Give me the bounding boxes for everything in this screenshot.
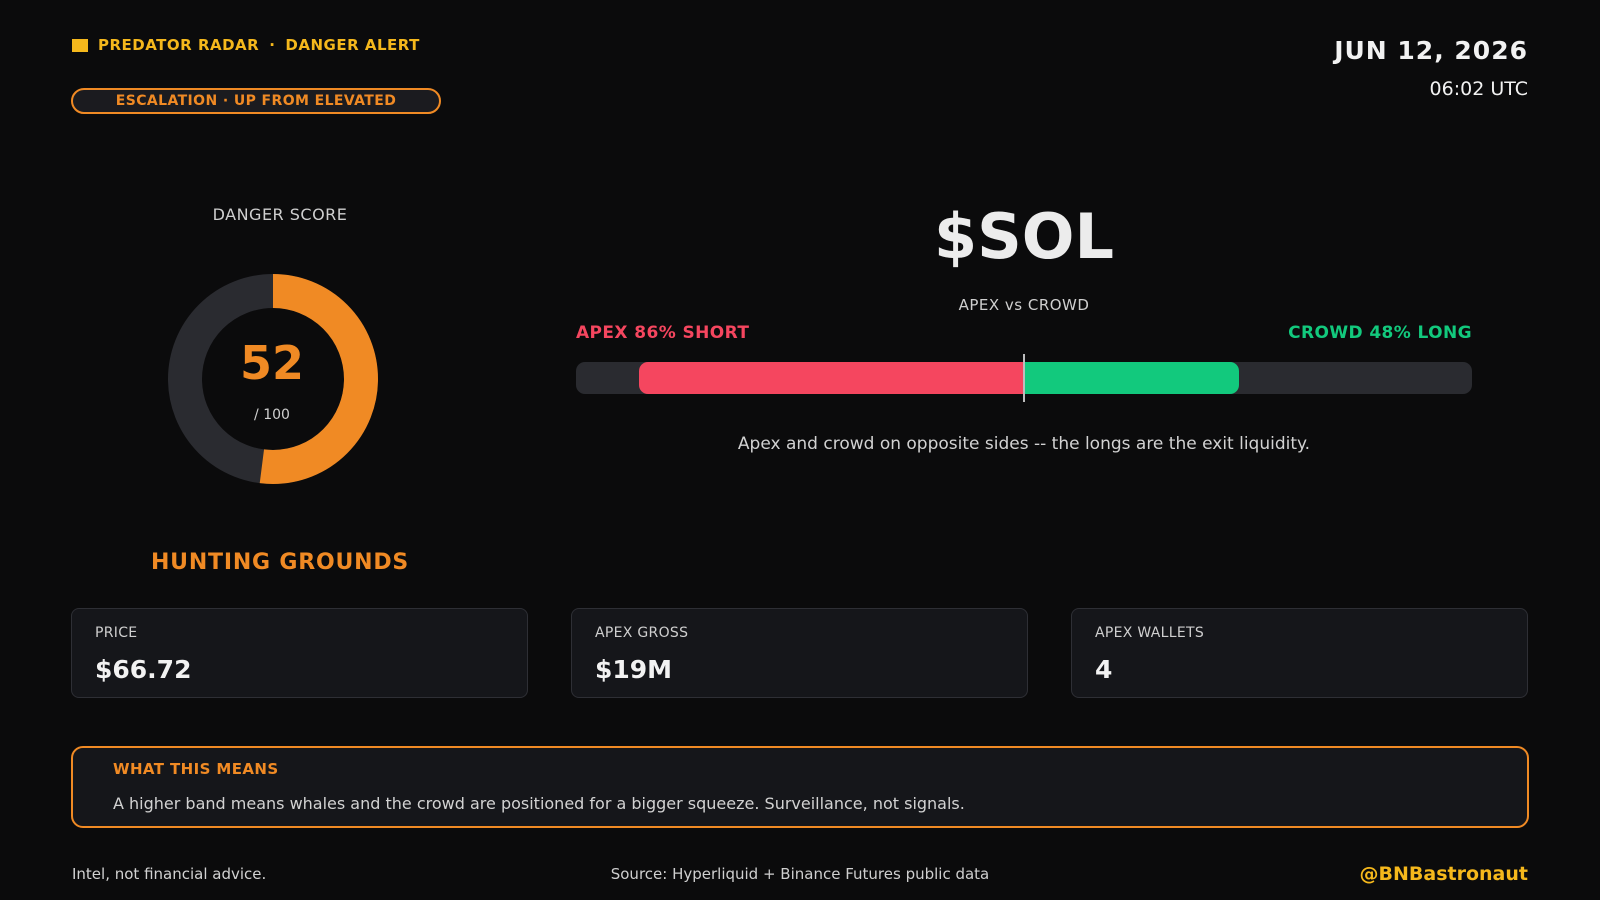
date-label: JUN 12, 2026 [1334,36,1528,65]
what-this-means-title: WHAT THIS MEANS [113,760,279,778]
crowd-long-label: CROWD 48% LONG [1288,323,1472,343]
danger-score-label: DANGER SCORE [212,205,348,224]
apex-wallets-value: 4 [1095,655,1113,684]
brand-header: PREDATOR RADAR · DANGER ALERT [72,36,420,54]
price-card: PRICE $66.72 [71,608,528,698]
escalation-badge: ESCALATION · UP FROM ELEVATED [71,88,441,114]
apex-vs-crowd-label: APEX vs CROWD [958,296,1090,314]
danger-score-value: 52 [239,336,304,390]
what-this-means-box: WHAT THIS MEANS A higher band means whal… [71,746,1529,828]
what-this-means-text: A higher band means whales and the crowd… [113,794,965,813]
center-divider [1023,354,1025,402]
crowd-long-bar [1024,362,1240,394]
author-handle: @BNBastronaut [1359,863,1528,885]
hunting-grounds-title: HUNTING GROUNDS [150,550,410,575]
apex-short-bar [638,362,1024,394]
danger-score-max: / 100 [254,407,290,423]
apex-short-label: APEX 86% SHORT [576,323,750,343]
price-label: PRICE [95,625,138,641]
brand-subtitle: DANGER ALERT [285,36,420,54]
apex-gross-card: APEX GROSS $19M [571,608,1028,698]
apex-wallets-card: APEX WALLETS 4 [1071,608,1528,698]
disclaimer: Intel, not financial advice. [72,865,267,883]
time-label: 06:02 UTC [1429,78,1528,100]
apex-gross-value: $19M [595,655,673,684]
apex-wallets-label: APEX WALLETS [1095,625,1205,641]
price-value: $66.72 [95,655,192,684]
brand-title: PREDATOR RADAR [98,36,260,54]
data-source: Source: Hyperliquid + Binance Futures pu… [610,865,990,883]
ticker-symbol: $SOL [933,200,1114,273]
brand-square-icon [72,38,88,52]
brand-separator: · [269,36,276,54]
apex-gross-label: APEX GROSS [595,625,689,641]
positioning-caption: Apex and crowd on opposite sides -- the … [737,434,1311,454]
